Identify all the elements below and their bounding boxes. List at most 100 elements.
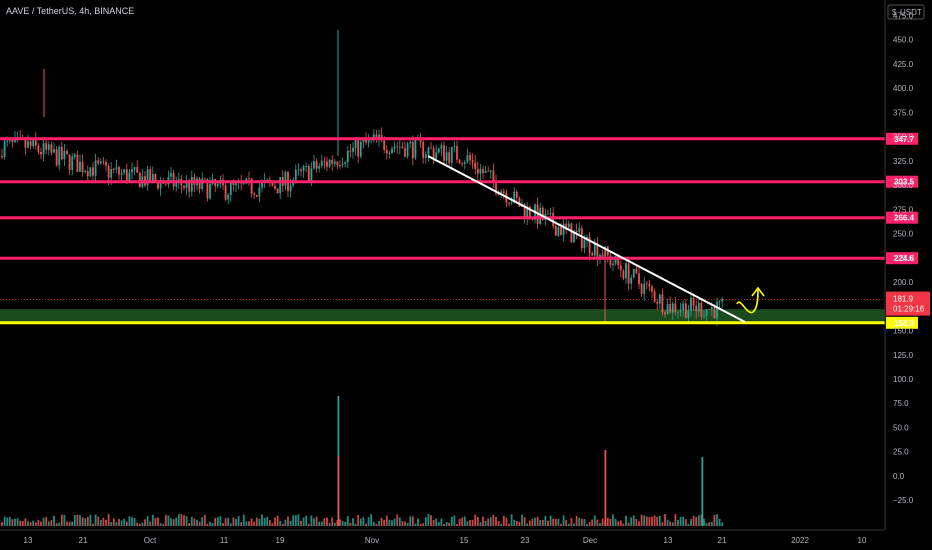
price-tick-label: 75.0 bbox=[893, 399, 909, 408]
volume-bar bbox=[229, 523, 232, 526]
volume-bar bbox=[523, 517, 526, 526]
volume-bar bbox=[146, 516, 149, 526]
volume-bar bbox=[640, 514, 643, 526]
volume-bar bbox=[518, 521, 521, 526]
volume-bar bbox=[240, 522, 243, 526]
time-tick-label: 11 bbox=[220, 536, 229, 545]
volume-bar bbox=[53, 515, 55, 526]
volume-bar bbox=[393, 518, 396, 526]
volume-bar bbox=[560, 523, 562, 526]
volume-bar bbox=[489, 517, 492, 526]
volume-bar bbox=[245, 521, 248, 526]
volume-bar bbox=[396, 514, 399, 526]
volume-bar bbox=[619, 520, 622, 526]
volume-bar bbox=[609, 518, 612, 526]
volume-bar bbox=[60, 514, 63, 526]
volume-bar bbox=[466, 521, 469, 526]
current-price-value: 181.9 bbox=[893, 295, 914, 304]
current-price-badge: 181.901:29:16 bbox=[886, 291, 930, 316]
price-tick-label: 275.0 bbox=[893, 205, 914, 214]
volume-bar bbox=[94, 514, 97, 526]
time-tick-label: 21 bbox=[718, 536, 727, 545]
volume-bar bbox=[664, 514, 666, 526]
volume-bar bbox=[341, 521, 344, 526]
price-tick-label: 300.0 bbox=[893, 181, 914, 190]
volume-bar bbox=[450, 516, 453, 526]
volume-bar bbox=[479, 522, 482, 526]
volume-bar bbox=[138, 523, 141, 526]
price-tick-label: 425.0 bbox=[893, 60, 914, 69]
volume-bar bbox=[157, 517, 159, 526]
volume-bar bbox=[196, 519, 198, 526]
volume-bar bbox=[170, 518, 172, 526]
volume-bar bbox=[112, 518, 115, 526]
volume-bar bbox=[443, 523, 445, 526]
volume-bar bbox=[242, 514, 245, 526]
volume-bar bbox=[500, 523, 503, 526]
volume-bar bbox=[638, 521, 640, 526]
volume-bar bbox=[539, 520, 542, 526]
price-tick-label: 25.0 bbox=[893, 448, 909, 457]
volume-bar bbox=[515, 520, 518, 526]
volume-bar bbox=[718, 518, 721, 526]
volume-bar bbox=[419, 523, 422, 526]
volume-bar bbox=[471, 519, 474, 526]
volume-bar bbox=[16, 518, 19, 526]
volume-bar bbox=[359, 518, 362, 526]
volume-bar bbox=[549, 515, 552, 526]
volume-bar bbox=[635, 519, 638, 526]
volume-bar bbox=[596, 519, 599, 526]
volume-bar bbox=[14, 518, 16, 526]
price-tick-label: −25.0 bbox=[893, 496, 914, 505]
volume-bar bbox=[214, 518, 217, 526]
bar-countdown: 01:29:16 bbox=[893, 305, 925, 314]
candle bbox=[276, 188, 279, 194]
support-zone bbox=[0, 309, 885, 323]
volume-bar bbox=[440, 518, 443, 526]
volume-bar bbox=[497, 521, 500, 526]
volume-bar bbox=[29, 522, 32, 526]
volume-bar bbox=[557, 519, 560, 526]
volume-bar bbox=[107, 514, 110, 526]
price-chart[interactable]: AAVE / TetherUS, 4h, BINANCE $ USDT 347.… bbox=[0, 0, 932, 550]
price-tick-label: 100.0 bbox=[893, 375, 914, 384]
candle bbox=[580, 225, 583, 252]
volume-bar bbox=[599, 523, 601, 526]
candle bbox=[307, 164, 310, 183]
price-tick-label: 50.0 bbox=[893, 424, 909, 433]
volume-bar bbox=[458, 518, 461, 526]
volume-bar bbox=[385, 515, 388, 526]
volume-bar bbox=[71, 521, 74, 526]
volume-bar bbox=[695, 516, 698, 526]
volume-bar bbox=[588, 522, 591, 526]
volume-bar bbox=[76, 514, 79, 526]
volume-bar bbox=[102, 517, 105, 526]
volume-bar bbox=[612, 514, 614, 526]
volume-bar bbox=[583, 519, 586, 526]
volume-bar bbox=[352, 518, 354, 526]
volume-bar bbox=[297, 514, 300, 526]
volume-bar bbox=[526, 523, 529, 526]
time-tick-label: Dec bbox=[583, 536, 597, 545]
volume-bar bbox=[544, 515, 547, 526]
volume-bar bbox=[474, 514, 477, 526]
volume-bar bbox=[682, 516, 685, 526]
volume-bar bbox=[97, 516, 100, 526]
volume-bar bbox=[266, 516, 269, 526]
volume-bar bbox=[1, 521, 3, 526]
time-tick-label: 21 bbox=[79, 536, 88, 545]
volume-bar bbox=[3, 516, 6, 526]
volume-bar bbox=[27, 521, 29, 526]
volume-bar bbox=[151, 514, 154, 526]
volume-bar bbox=[710, 521, 713, 526]
volume-bar bbox=[162, 523, 165, 526]
volume-bar bbox=[115, 522, 118, 526]
volume-bar bbox=[149, 521, 152, 526]
volume-bar bbox=[136, 522, 139, 526]
volume-bar bbox=[346, 516, 349, 526]
volume-bar bbox=[502, 515, 505, 526]
volume-bar bbox=[263, 518, 266, 526]
volume-bar bbox=[167, 515, 170, 526]
volume-bar bbox=[456, 524, 458, 526]
volume-bar bbox=[417, 518, 419, 526]
